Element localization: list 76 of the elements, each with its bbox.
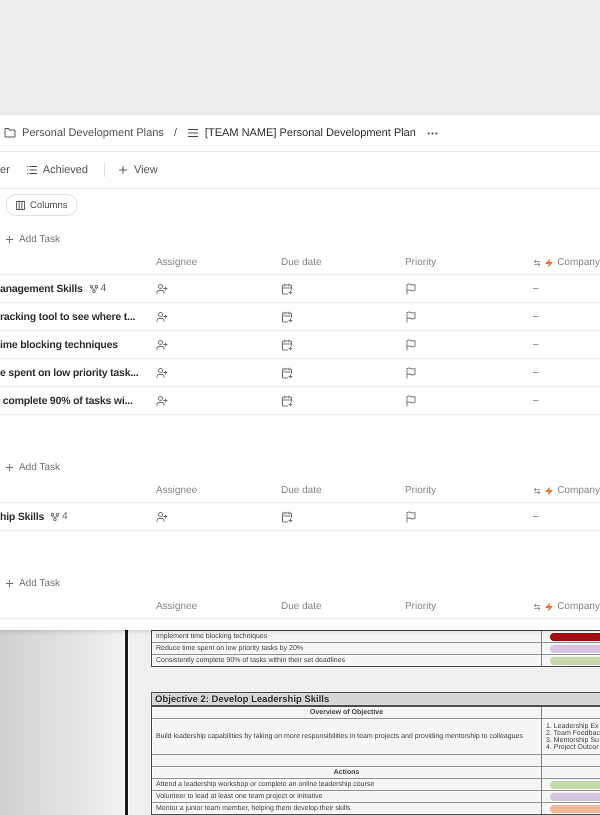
add-task-button[interactable]: Add Task [0,227,60,251]
task-name: e spent on low priority task... [0,366,138,378]
plus-icon [4,578,15,588]
add-assignee-icon[interactable] [156,366,168,378]
subtask-icon [88,284,99,294]
empty-value: – [533,339,539,350]
column-header: Due date [280,601,323,612]
list-icon [186,127,199,139]
task-row[interactable]: complete 90% of tasks wi... – [0,387,600,415]
plus-icon [4,462,15,472]
empty-value: – [533,283,539,294]
sync-icon [533,486,542,496]
folder-icon [4,127,16,139]
task-row[interactable]: anagement Skills 4 – [0,275,600,303]
flag-icon[interactable] [405,338,417,350]
add-date-icon[interactable] [281,510,293,522]
lightning-icon [545,258,554,268]
column-header-label: Company [557,485,600,496]
breadcrumb-separator: / [174,127,177,139]
columns-button[interactable]: Columns [6,194,76,216]
add-assignee-icon[interactable] [156,394,168,406]
column-header: Priority [404,257,438,268]
task-name: racking tool to see where t... [0,310,136,322]
flag-icon[interactable] [405,366,417,378]
plus-icon [4,234,15,244]
empty-value: – [533,311,539,322]
add-task-button[interactable]: Add Task [0,571,60,595]
column-header: Due date [280,257,323,268]
empty-value: – [533,367,539,378]
task-name: ime blocking techniques [0,338,118,350]
subtask-icon [50,512,60,522]
task-row[interactable]: racking tool to see where t... – [0,303,600,331]
empty-value: – [533,395,539,406]
sync-icon [533,258,542,268]
page-title: [TEAM NAME] Personal Development Plan [204,127,416,139]
flag-icon[interactable] [405,510,417,522]
add-date-icon[interactable] [281,282,293,294]
add-date-icon[interactable] [281,338,293,350]
add-date-icon[interactable] [281,310,293,322]
lightning-icon [545,602,554,612]
add-date-icon[interactable] [281,394,293,406]
sync-icon [533,602,542,612]
flag-icon[interactable] [405,310,417,322]
objective-title: Objective 2: Develop Leadership Skills [151,692,600,706]
task-name: anagement Skills [0,282,83,294]
breadcrumb-link[interactable]: Personal Development Plans [22,127,164,139]
plus-icon [117,164,130,176]
add-date-icon[interactable] [281,366,293,378]
view-tab[interactable]: er [0,164,10,176]
lightning-icon [545,486,554,496]
column-header: Priority [404,601,438,612]
flag-icon[interactable] [405,282,417,294]
empty-value: – [533,511,539,522]
view-tab[interactable]: Achieved [26,164,88,176]
task-row[interactable]: hip Skills 4 – [0,503,600,531]
column-header: Assignee [155,257,198,268]
task-name: hip Skills [0,510,44,522]
column-header: Assignee [155,485,198,496]
column-header-label: Company [557,601,600,612]
task-row[interactable]: ime blocking techniques – [0,331,600,359]
flag-icon[interactable] [405,394,417,406]
column-header: Assignee [155,601,198,612]
column-header-label: Company [557,257,600,268]
add-assignee-icon[interactable] [156,310,168,322]
add-assignee-icon[interactable] [156,510,168,522]
subtask-count: 4 [50,511,68,522]
add-assignee-icon[interactable] [156,338,168,350]
add-assignee-icon[interactable] [156,282,168,294]
subtask-count: 4 [88,283,106,294]
task-row[interactable]: e spent on low priority task... – [0,359,600,387]
add-view-button[interactable]: View [117,164,158,176]
column-header: Due date [280,485,323,496]
column-header: Priority [404,485,438,496]
task-name: complete 90% of tasks wi... [2,394,133,406]
add-task-button[interactable]: Add Task [0,455,60,479]
columns-icon [15,200,26,210]
